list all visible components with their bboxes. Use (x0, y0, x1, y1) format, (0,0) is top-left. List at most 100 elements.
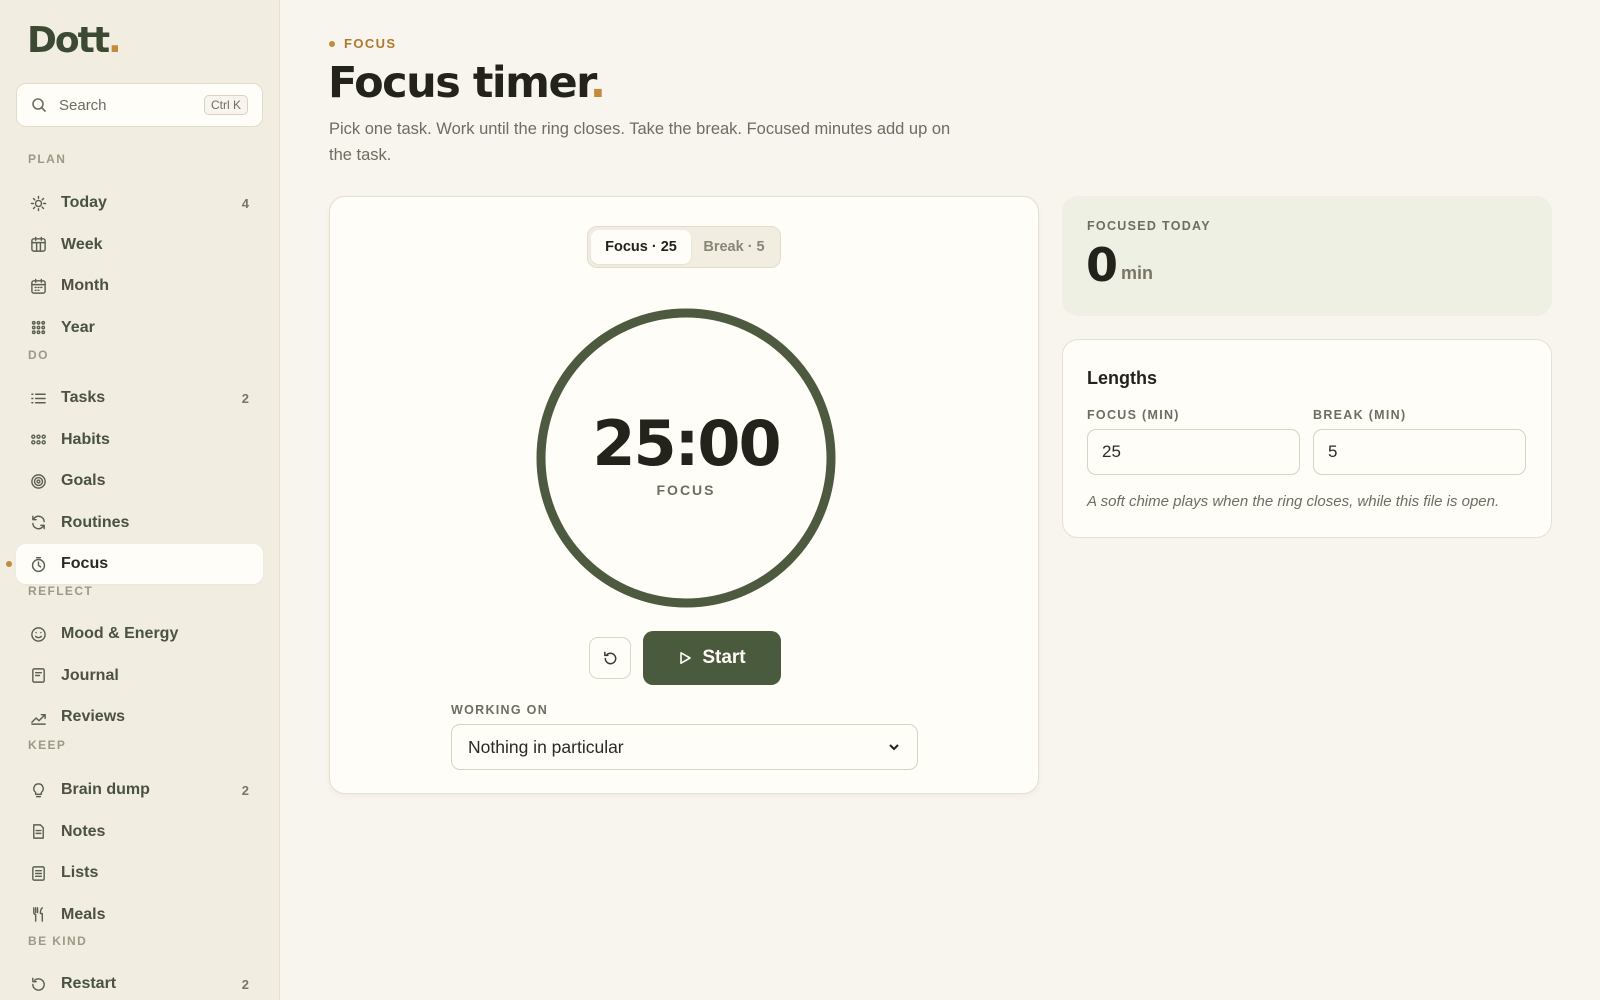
trend-icon (31, 713, 46, 725)
sidebar-item-label: Lists (61, 864, 99, 881)
sidebar-item-meals[interactable]: Meals (16, 895, 263, 935)
search-shortcut-badge: Ctrl K (204, 95, 248, 115)
section-label-reflect: REFLECT (28, 584, 94, 598)
break-length-input[interactable]: 5 (1313, 429, 1526, 475)
sidebar-item-label: Year (61, 318, 95, 336)
page-title-text: Focus timer (328, 58, 591, 108)
focused-today-card: FOCUSED TODAY 0 min (1062, 196, 1552, 316)
timer-display: 25:00 (592, 407, 781, 480)
sidebar-item-month[interactable]: Month (16, 266, 263, 306)
sidebar-item-label: Brain dump (61, 781, 150, 798)
working-on-value: Nothing in particular (468, 736, 624, 757)
sidebar-item-focus[interactable]: Focus (16, 544, 263, 584)
sidebar-item-mood-energy[interactable]: Mood & Energy (16, 614, 263, 654)
logo-dot: . (108, 20, 122, 61)
timer-mode-label: FOCUS (656, 482, 716, 498)
sidebar-item-count: 2 (241, 390, 249, 406)
sidebar-item-journal[interactable]: Journal (16, 656, 263, 696)
lengths-title: Lengths (1087, 368, 1157, 388)
search-box[interactable]: Search Ctrl K (16, 83, 263, 127)
focused-today-label: FOCUSED TODAY (1087, 219, 1211, 233)
sidebar-item-label: Week (61, 235, 103, 253)
sidebar-item-label: Restart (61, 975, 117, 992)
clock-icon (31, 556, 46, 572)
page-subtitle: Pick one task. Work until the ring close… (329, 120, 951, 164)
lengths-card: Lengths FOCUS (MIN) 25 BREAK (MIN) 5 A s… (1062, 339, 1552, 538)
focused-today-value: 0 (1086, 238, 1118, 292)
sidebar-item-label: Routines (61, 513, 130, 531)
logo-text: Dott (27, 20, 110, 61)
list-icon (31, 393, 46, 403)
sidebar-item-routines[interactable]: Routines (16, 503, 263, 543)
calendar-month-icon (31, 278, 46, 294)
focused-today-unit: min (1121, 263, 1154, 283)
working-on-label: WORKING ON (451, 703, 549, 717)
sidebar-item-label: Month (61, 277, 109, 294)
sidebar-item-year[interactable]: Year (16, 308, 263, 348)
start-button-label: Start (702, 647, 746, 668)
reset-button[interactable] (589, 637, 631, 679)
page-title: Focus timer. (328, 58, 606, 108)
sidebar-item-week[interactable]: Week (16, 225, 263, 265)
focus-length-label: FOCUS (MIN) (1087, 408, 1180, 422)
grid-icon (31, 320, 46, 335)
eyebrow-text: FOCUS (344, 36, 397, 51)
section-label-be-kind: BE KIND (28, 934, 88, 948)
app-logo[interactable]: Dott. (27, 20, 122, 61)
sidebar-item-label: Habits (61, 430, 110, 448)
sidebar-item-reviews[interactable]: Reviews (16, 697, 263, 737)
active-indicator-dot (6, 561, 12, 567)
focus-length-input[interactable]: 25 (1087, 429, 1300, 475)
eyebrow-dot (329, 40, 335, 47)
target-icon (31, 473, 46, 489)
lightbulb-icon (33, 782, 44, 797)
sidebar-item-label: Tasks (61, 389, 106, 406)
dots-grid-icon (31, 434, 46, 445)
sidebar-item-goals[interactable]: Goals (16, 461, 263, 501)
start-button[interactable]: Start (643, 631, 781, 685)
note-icon (33, 824, 44, 839)
sidebar-item-today[interactable]: Today 4 (16, 183, 263, 223)
section-label-plan: PLAN (28, 152, 67, 166)
sidebar-item-label: Meals (61, 905, 106, 923)
working-on-select[interactable]: Nothing in particular (451, 724, 918, 770)
smile-icon (31, 626, 46, 642)
sidebar-item-lists[interactable]: Lists (16, 853, 263, 893)
mode-break-tab[interactable]: Break · 5 (691, 230, 777, 264)
sidebar-item-label: Notes (61, 822, 106, 840)
calendar-week-icon (31, 236, 46, 252)
sidebar-item-label: Mood & Energy (61, 625, 179, 642)
restart-icon (32, 977, 45, 991)
title-dot: . (589, 58, 606, 108)
page-eyebrow: FOCUS (329, 36, 397, 51)
mode-toggle: Focus · 25 Break · 5 (587, 226, 781, 268)
play-icon (680, 652, 692, 664)
search-icon (32, 98, 47, 113)
sidebar-item-notes[interactable]: Notes (16, 812, 263, 852)
section-label-keep: KEEP (28, 738, 67, 752)
sun-icon (30, 195, 47, 211)
break-length-label: BREAK (MIN) (1313, 408, 1407, 422)
reset-icon (603, 651, 616, 664)
sidebar-item-label: Focus (61, 555, 109, 572)
section-label-do: DO (28, 348, 49, 362)
sidebar-item-label: Journal (61, 666, 119, 684)
sidebar-item-count: 2 (241, 782, 249, 798)
sidebar-item-brain-dump[interactable]: Brain dump 2 (16, 770, 263, 810)
timer-card: Focus · 25 Break · 5 25:00 FOCUS Start W… (329, 196, 1039, 794)
sidebar-item-restart[interactable]: Restart 2 (16, 964, 263, 1000)
sidebar-item-habits[interactable]: Habits (16, 420, 263, 460)
chime-note: A soft chime plays when the ring closes,… (1087, 493, 1500, 510)
sidebar-item-count: 4 (241, 195, 249, 211)
book-icon (32, 668, 45, 683)
sidebar-item-count: 2 (241, 976, 249, 992)
sidebar-item-label: Goals (61, 472, 106, 489)
refresh-icon (32, 515, 45, 530)
sidebar-item-tasks[interactable]: Tasks 2 (16, 378, 263, 418)
mode-focus-tab[interactable]: Focus · 25 (591, 230, 691, 264)
sidebar-item-label: Today (61, 194, 107, 211)
sidebar: Dott. Search Ctrl K PLAN Today 4 Week Month Y… (0, 0, 280, 1000)
sidebar-item-label: Reviews (61, 708, 126, 725)
search-input[interactable]: Search (59, 97, 204, 114)
chevron-down-icon (889, 744, 899, 751)
